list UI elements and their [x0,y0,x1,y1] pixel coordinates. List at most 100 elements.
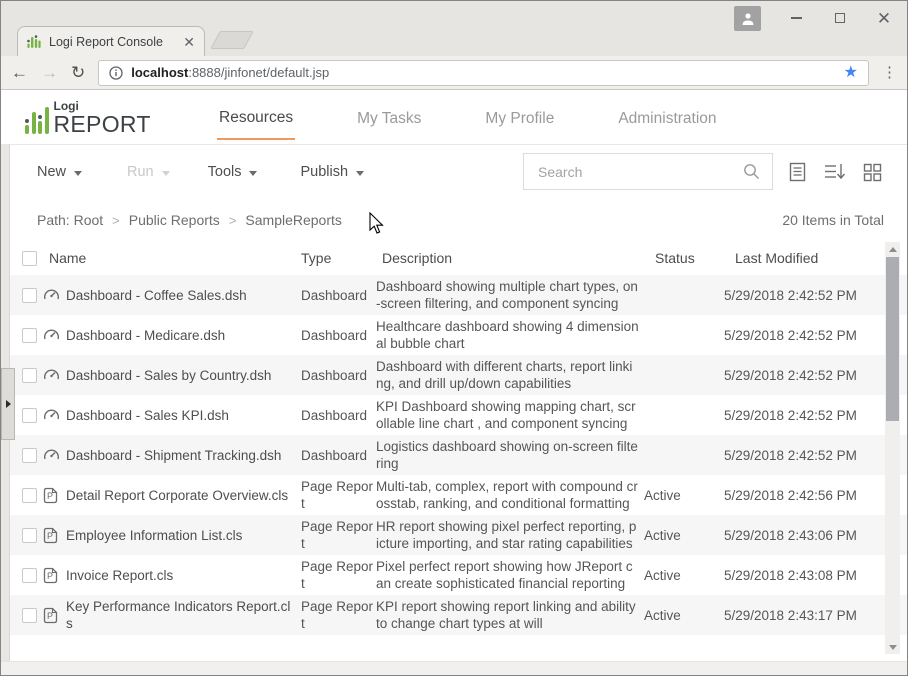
vertical-scrollbar[interactable] [885,242,900,654]
page-report-icon: P [43,607,58,624]
expand-arrow-icon [6,400,11,408]
maximize-button[interactable] [833,11,847,25]
chevron-down-icon [356,171,364,176]
report-name[interactable]: Dashboard - Coffee Sales.dsh [66,287,295,304]
profile-button[interactable] [734,6,761,31]
row-checkbox[interactable] [22,528,37,543]
nav-tab-resources[interactable]: Resources [217,94,295,140]
table-row[interactable]: P Employee Information List.cls Page Rep… [1,515,907,555]
report-type: Dashboard [301,287,376,304]
report-name[interactable]: Dashboard - Medicare.dsh [66,327,295,344]
svg-text:P: P [47,571,53,581]
nav-tab-administration[interactable]: Administration [616,95,718,139]
column-header-status[interactable]: Status [655,250,735,266]
logi-report-logo: Logi REPORT [25,100,151,136]
sort-icon[interactable] [824,162,846,182]
row-checkbox[interactable] [22,608,37,623]
forward-button[interactable]: → [41,64,58,81]
logo-text-bottom: REPORT [54,113,151,136]
report-name[interactable]: Detail Report Corporate Overview.cls [66,487,295,504]
breadcrumb-item-samplereports[interactable]: SampleReports [245,212,342,228]
scroll-down-icon[interactable] [885,640,900,654]
minimize-button[interactable] [789,11,803,25]
nav-tab-my-profile[interactable]: My Profile [483,95,556,139]
search-input[interactable] [536,163,743,181]
column-header-type[interactable]: Type [301,250,382,266]
row-checkbox[interactable] [22,368,37,383]
url-bar[interactable]: localhost:8888/jinfonet/default.jsp ★ [98,60,869,86]
row-checkbox[interactable] [22,288,37,303]
report-last-modified: 5/29/2018 2:42:52 PM [724,368,874,383]
report-name[interactable]: Dashboard - Shipment Tracking.dsh [66,447,295,464]
select-all-checkbox[interactable] [22,251,37,266]
close-button[interactable]: ✕ [877,11,891,25]
dashboard-icon [43,407,60,424]
info-icon[interactable] [109,66,123,80]
detail-view-icon[interactable] [788,162,807,182]
row-checkbox[interactable] [22,328,37,343]
scrollbar-thumb[interactable] [886,257,899,421]
tools-menu[interactable]: Tools [208,164,258,180]
view-switcher [788,162,882,182]
table-header: Name Type Description Status Last Modifi… [1,241,907,275]
column-header-last-modified[interactable]: Last Modified [735,250,885,266]
breadcrumb-item-public-reports[interactable]: Public Reports [129,212,220,228]
reload-button[interactable]: ↻ [71,64,85,81]
table-row[interactable]: P Key Performance Indicators Report.cls … [1,595,907,635]
new-menu[interactable]: New [37,164,82,180]
report-last-modified: 5/29/2018 2:42:52 PM [724,288,874,303]
publish-menu[interactable]: Publish [300,164,364,180]
table-body: P Dashboard - Coffee Sales.dsh Dashboard… [1,275,907,656]
grid-view-icon[interactable] [863,163,882,182]
chevron-down-icon [162,171,170,176]
report-type: Dashboard [301,327,376,344]
horizontal-scrollbar[interactable] [1,661,907,675]
chevron-down-icon [74,171,82,176]
run-menu[interactable]: Run [127,164,170,180]
report-name[interactable]: Dashboard - Sales KPI.dsh [66,407,295,424]
table-row[interactable]: P Dashboard - Coffee Sales.dsh Dashboard… [1,275,907,315]
row-checkbox[interactable] [22,448,37,463]
search-box[interactable] [523,153,773,190]
report-description: Healthcare dashboard showing 4 dimension… [376,318,644,352]
table-row[interactable]: P Detail Report Corporate Overview.cls P… [1,475,907,515]
browser-tab[interactable]: Logi Report Console ✕ [17,26,205,56]
back-button[interactable]: ← [11,64,28,81]
browser-menu-icon[interactable]: ⋮ [882,69,897,77]
maximize-icon [835,13,845,23]
table-row[interactable]: P Invoice Report.cls Page Report Pixel p… [1,555,907,595]
row-checkbox[interactable] [22,488,37,503]
report-last-modified: 5/29/2018 2:43:08 PM [724,568,874,583]
panel-expand-handle[interactable] [1,368,15,440]
scroll-up-icon[interactable] [885,242,900,256]
url-path: :8888/jinfonet/default.jsp [188,65,329,80]
row-checkbox[interactable] [22,408,37,423]
svg-text:P: P [47,531,53,541]
column-header-description[interactable]: Description [382,250,655,266]
report-type: Dashboard [301,407,376,424]
report-name[interactable]: Invoice Report.cls [66,567,295,584]
search-icon[interactable] [743,163,760,180]
report-type: Dashboard [301,367,376,384]
table-row[interactable]: P Dashboard - Sales KPI.dsh Dashboard KP… [1,395,907,435]
nav-tab-my-tasks[interactable]: My Tasks [355,95,423,139]
column-header-name[interactable]: Name [49,250,301,266]
table-row[interactable]: P Dashboard - Medicare.dsh Dashboard Hea… [1,315,907,355]
report-name[interactable]: Key Performance Indicators Report.cls [66,598,295,632]
chevron-down-icon [249,171,257,176]
browser-address-bar: ← → ↻ localhost:8888/jinfonet/default.js… [1,56,907,90]
report-name[interactable]: Employee Information List.cls [66,527,295,544]
browser-titlebar: Logi Report Console ✕ ✕ [1,1,907,56]
report-status: Active [644,488,724,503]
breadcrumb-item-root[interactable]: Root [74,212,104,228]
table-row[interactable]: P Dashboard - Sales by Country.dsh Dashb… [1,355,907,395]
tab-close-icon[interactable]: ✕ [183,35,195,49]
row-checkbox[interactable] [22,568,37,583]
report-status: Active [644,608,724,623]
new-tab-button[interactable] [210,31,254,49]
url-host: localhost [131,65,188,80]
bookmark-star-icon[interactable]: ★ [844,65,858,81]
report-name[interactable]: Dashboard - Sales by Country.dsh [66,367,295,384]
table-row[interactable]: P Dashboard - Shipment Tracking.dsh Dash… [1,435,907,475]
report-last-modified: 5/29/2018 2:43:17 PM [724,608,874,623]
